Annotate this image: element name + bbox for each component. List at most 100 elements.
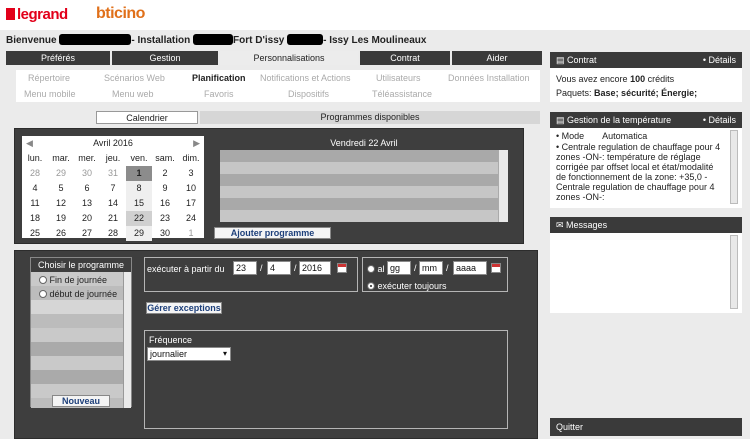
calendar-day[interactable]: 28 [100, 226, 126, 241]
calendar-day[interactable]: 3 [178, 166, 204, 181]
calendar-day[interactable]: 29 [48, 166, 74, 181]
tab-aider[interactable]: Aider [452, 51, 542, 65]
calendar-day[interactable]: 8 [126, 181, 152, 196]
weekday-label: sam. [155, 153, 175, 163]
radio-debut[interactable] [39, 290, 47, 298]
tab-preferes[interactable]: Préférés [6, 51, 110, 65]
calendar-day[interactable]: 29 [126, 226, 152, 241]
calendar-day[interactable]: 9 [152, 181, 178, 196]
weekday-label: jeu. [105, 153, 121, 163]
program-option-fin[interactable]: Fin de journée [39, 275, 123, 286]
subnav-repertoire[interactable]: Répertoire [28, 73, 70, 83]
messages-scrollbar[interactable] [730, 235, 738, 309]
tab-programmes-disponibles[interactable]: Programmes disponibles [200, 111, 540, 124]
temperature-details-link[interactable]: • Détails [703, 112, 736, 128]
calendar-day[interactable]: 31 [100, 166, 126, 181]
radio-until[interactable] [367, 265, 375, 273]
new-program-button[interactable]: Nouveau [52, 395, 110, 407]
prev-month-icon[interactable]: ◀ [26, 136, 33, 150]
subnav-utilisateurs[interactable]: Utilisateurs [376, 73, 421, 83]
calendar-day[interactable]: 11 [22, 196, 48, 211]
calendar-day[interactable]: 18 [22, 211, 48, 226]
calendar-day[interactable]: 23 [152, 211, 178, 226]
until-month-input[interactable]: mm [419, 261, 443, 275]
calendar-day[interactable]: 10 [178, 181, 204, 196]
document-icon: ▤ [556, 55, 568, 65]
frequency-select[interactable]: journalier ▾ [147, 347, 231, 361]
subnav-favoris[interactable]: Favoris [204, 89, 234, 99]
calendar-day[interactable]: 13 [74, 196, 100, 211]
weekday-label: mar. [52, 153, 70, 163]
calendar-day[interactable]: 27 [74, 226, 100, 241]
start-label: exécuter à partir du [147, 264, 225, 274]
subnav-notifications[interactable]: Notifications et Actions [260, 73, 351, 83]
packs-text: Paquets: Base; sécurité; Énergie; [556, 88, 698, 98]
calendar-day[interactable]: 22 [126, 211, 152, 226]
subnav-menu-mobile[interactable]: Menu mobile [24, 89, 76, 99]
until-day-input[interactable]: gg [387, 261, 411, 275]
temperature-text: • Centrale regulation de chauffage pour … [556, 142, 721, 202]
calendar-day[interactable]: 25 [22, 226, 48, 241]
until-year-input[interactable]: aaaa [453, 261, 487, 275]
calendar-day[interactable]: 4 [22, 181, 48, 196]
calendar-day[interactable]: 26 [48, 226, 74, 241]
calendar-day[interactable]: 20 [74, 211, 100, 226]
subnav-teleassistance[interactable]: Téléassistance [372, 89, 432, 99]
calendar-day[interactable]: 2 [152, 166, 178, 181]
calendar-day[interactable]: 1 [178, 226, 204, 241]
tab-personnalisations[interactable]: Personnalisations [220, 51, 358, 65]
calendar-day[interactable]: 6 [74, 181, 100, 196]
until-option[interactable]: al [367, 264, 385, 274]
tab-calendrier[interactable]: Calendrier [96, 111, 198, 124]
until-calendar-icon[interactable] [491, 263, 501, 273]
mini-calendar: ◀ Avril 2016 ▶ lun. mar. mer. jeu. ven. sam. d… [22, 136, 204, 241]
calendar-day[interactable]: 16 [152, 196, 178, 211]
messages-header: ✉ Messages [550, 217, 742, 233]
calendar-day[interactable]: 5 [48, 181, 74, 196]
subnav-dispositifs[interactable]: Dispositifs [288, 89, 329, 99]
frequency-label: Fréquence [149, 335, 193, 345]
contract-details-link[interactable]: • Détails [703, 52, 736, 68]
start-calendar-icon[interactable] [337, 263, 347, 273]
next-month-icon[interactable]: ▶ [193, 136, 200, 150]
start-month-input[interactable]: 4 [267, 261, 291, 275]
start-day-input[interactable]: 23 [233, 261, 257, 275]
add-program-button[interactable]: Ajouter programme [214, 227, 331, 239]
calendar-day[interactable]: 21 [100, 211, 126, 226]
calendar-day[interactable]: 19 [48, 211, 74, 226]
calendar-day[interactable]: 14 [100, 196, 126, 211]
program-option-debut[interactable]: début de journée [39, 289, 123, 300]
program-list: Fin de journée début de journée [31, 272, 123, 408]
manage-exceptions-button[interactable]: Gérer exceptions [146, 302, 222, 314]
tab-contrat[interactable]: Contrat [360, 51, 450, 65]
subnav-menu-web[interactable]: Menu web [112, 89, 154, 99]
legrand-logo: legrand [6, 6, 68, 23]
calendar-day[interactable]: 1 [126, 166, 152, 181]
quit-button[interactable]: Quitter [550, 418, 742, 436]
calendar-day[interactable]: 12 [48, 196, 74, 211]
radio-always[interactable] [367, 282, 375, 290]
calendar-day[interactable]: 17 [178, 196, 204, 211]
calendar-day[interactable]: 28 [22, 166, 48, 181]
calendar-day[interactable]: 7 [100, 181, 126, 196]
frequency-box: Fréquence journalier ▾ [144, 330, 508, 429]
calendar-day[interactable]: 30 [74, 166, 100, 181]
program-list-scrollbar[interactable] [123, 272, 131, 408]
temperature-scrollbar[interactable] [730, 130, 738, 204]
weekday-label: mer. [78, 153, 96, 163]
calendar-day[interactable]: 30 [152, 226, 178, 241]
subnav-planification[interactable]: Planification [192, 73, 246, 83]
contract-box: ▤ Contrat • Détails Vous avez encore 100… [550, 52, 742, 102]
contract-header: ▤ Contrat • Détails [550, 52, 742, 68]
dayview-scrollbar[interactable] [498, 150, 508, 222]
main-tabs: Préférés Gestion Personnalisations Contr… [6, 51, 542, 65]
always-option[interactable]: exécuter toujours [367, 281, 447, 291]
subnav-scenarios-web[interactable]: Scénarios Web [104, 73, 165, 83]
subnav-donnees-installation[interactable]: Données Installation [448, 73, 530, 83]
tab-gestion[interactable]: Gestion [112, 51, 218, 65]
radio-fin[interactable] [39, 276, 47, 284]
dayview-title: Vendredi 22 Avril [330, 138, 398, 148]
start-year-input[interactable]: 2016 [299, 261, 331, 275]
calendar-day[interactable]: 15 [126, 196, 152, 211]
calendar-day[interactable]: 24 [178, 211, 204, 226]
